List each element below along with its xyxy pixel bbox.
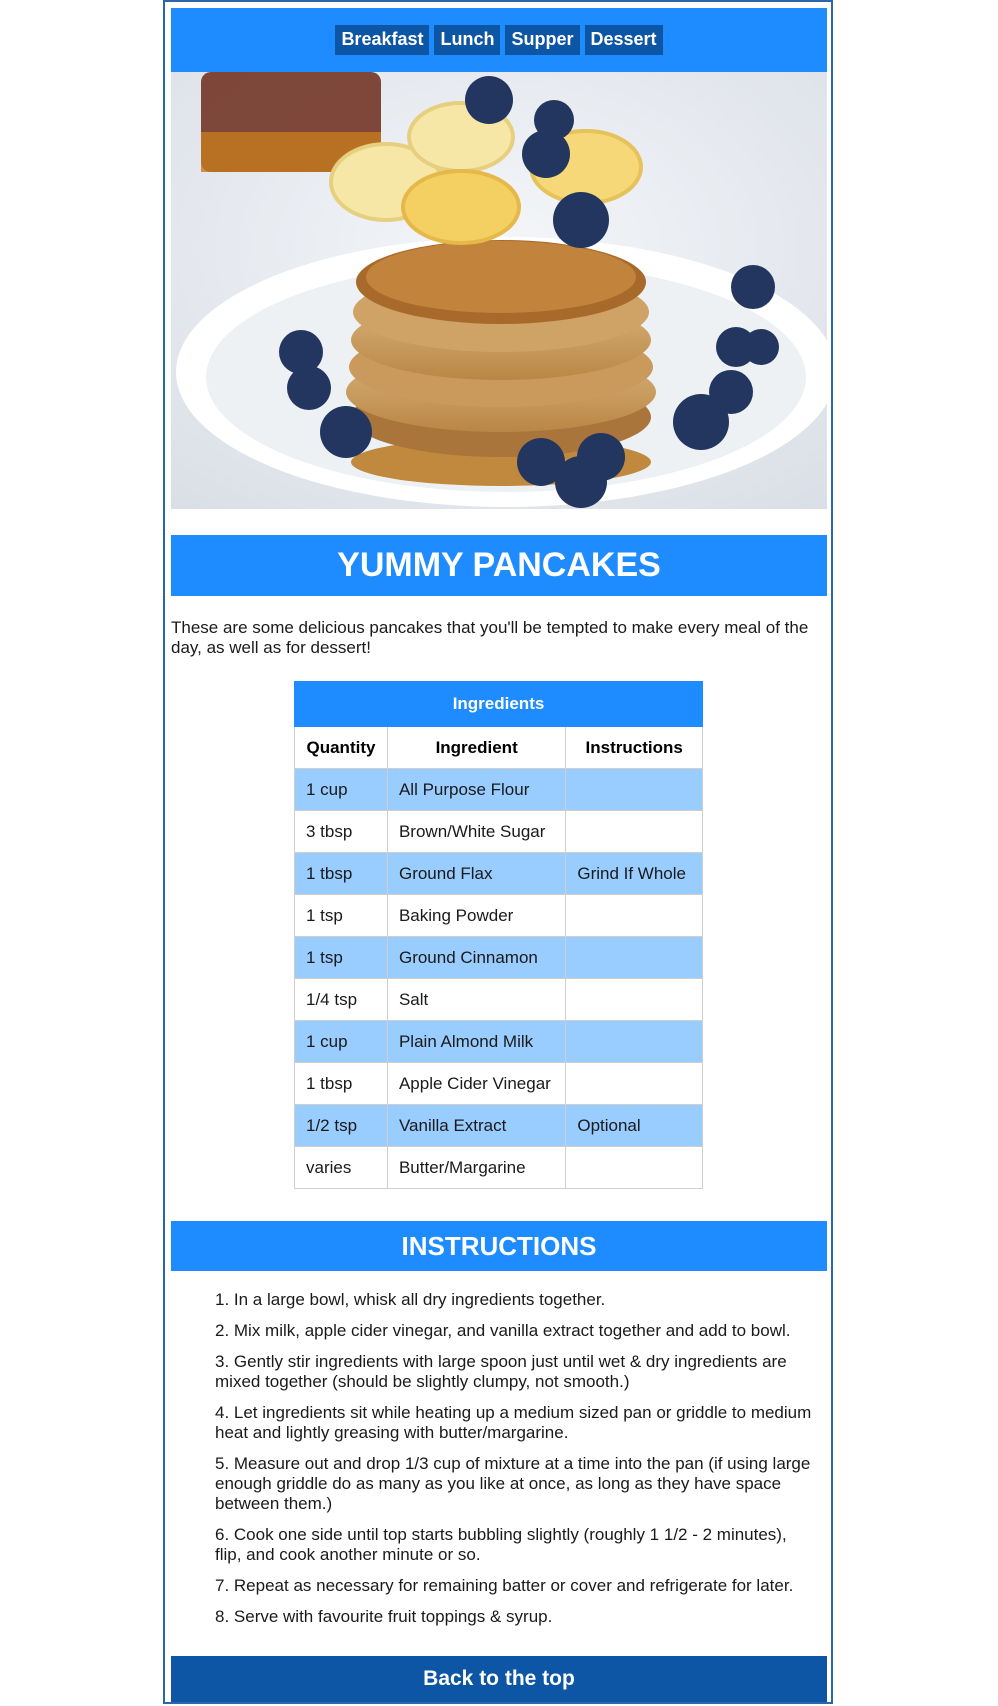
ingredient-cell: All Purpose Flour [386, 768, 567, 811]
column-header-ingredient: Ingredient [386, 726, 567, 769]
quantity-cell: 1/2 tsp [294, 1104, 388, 1147]
pancake-photo [171, 72, 827, 509]
instruction-cell: Optional [565, 1104, 703, 1147]
ingredient-cell: Salt [386, 978, 567, 1021]
table-row: 1 tsp Ground Cinnamon [294, 936, 703, 979]
table-caption: Ingredients [294, 681, 703, 727]
quantity-cell: 1 tbsp [294, 1062, 388, 1105]
table-row: 1 tbsp Ground Flax Grind If Whole [294, 852, 703, 895]
table-row: 1 tbsp Apple Cider Vinegar [294, 1062, 703, 1105]
ingredients-table: Ingredients Quantity Ingredient Instruct… [294, 681, 703, 1189]
list-item: 2. Mix milk, apple cider vinegar, and va… [215, 1321, 791, 1340]
pancake-stack [346, 240, 656, 457]
page-title: YUMMY PANCAKES [171, 535, 827, 596]
instruction-cell [565, 978, 703, 1021]
instruction-cell [565, 1062, 703, 1105]
ingredient-cell: Brown/White Sugar [386, 810, 567, 853]
quantity-cell: 1 cup [294, 768, 388, 811]
list-item: 5. Measure out and drop 1/3 cup of mixtu… [215, 1454, 811, 1513]
quantity-cell: 1 tsp [294, 894, 388, 937]
nav-link-breakfast[interactable]: Breakfast [335, 25, 430, 55]
table-row: varies Butter/Margarine [294, 1146, 703, 1189]
list-item: 6. Cook one side until top starts bubbli… [215, 1525, 787, 1564]
hero-image [171, 72, 827, 509]
instruction-cell [565, 768, 703, 811]
list-item: 7. Repeat as necessary for remaining bat… [215, 1576, 794, 1595]
quantity-cell: 1 cup [294, 1020, 388, 1063]
column-header-quantity: Quantity [294, 726, 388, 769]
ingredient-cell: Plain Almond Milk [386, 1020, 567, 1063]
quantity-cell: 3 tbsp [294, 810, 388, 853]
table-row: 1 cup All Purpose Flour [294, 768, 703, 811]
table-row: 1 tsp Baking Powder [294, 894, 703, 937]
nav-link-supper[interactable]: Supper [505, 25, 580, 55]
instruction-cell [565, 810, 703, 853]
top-nav: Breakfast Lunch Supper Dessert [171, 8, 827, 72]
list-item: 3. Gently stir ingredients with large sp… [215, 1352, 787, 1391]
intro-text: These are some delicious pancakes that y… [171, 618, 809, 657]
ingredient-cell: Ground Flax [386, 852, 567, 895]
instruction-cell [565, 936, 703, 979]
quantity-cell: 1/4 tsp [294, 978, 388, 1021]
table-row: 1/2 tsp Vanilla Extract Optional [294, 1104, 703, 1147]
instructions-heading: INSTRUCTIONS [171, 1221, 827, 1271]
ingredient-cell: Vanilla Extract [386, 1104, 567, 1147]
nav-link-dessert[interactable]: Dessert [584, 25, 663, 55]
list-item: 8. Serve with favourite fruit toppings &… [215, 1607, 553, 1626]
quantity-cell: varies [294, 1146, 388, 1189]
instruction-cell [565, 1020, 703, 1063]
table-row: 3 tbsp Brown/White Sugar [294, 810, 703, 853]
ingredient-cell: Ground Cinnamon [386, 936, 567, 979]
column-header-instructions: Instructions [565, 726, 703, 769]
back-to-top-button[interactable]: Back to the top [171, 1656, 827, 1702]
instructions-list: 1. In a large bowl, whisk all dry ingred… [215, 1290, 815, 1638]
instruction-cell [565, 1146, 703, 1189]
table-row: 1/4 tsp Salt [294, 978, 703, 1021]
quantity-cell: 1 tbsp [294, 852, 388, 895]
instruction-cell: Grind If Whole [565, 852, 703, 895]
table-row: 1 cup Plain Almond Milk [294, 1020, 703, 1063]
nav-link-lunch[interactable]: Lunch [434, 25, 501, 55]
ingredient-cell: Baking Powder [386, 894, 567, 937]
ingredient-cell: Apple Cider Vinegar [386, 1062, 567, 1105]
list-item: 4. Let ingredients sit while heating up … [215, 1403, 812, 1442]
ingredient-cell: Butter/Margarine [386, 1146, 567, 1189]
instruction-cell [565, 894, 703, 937]
quantity-cell: 1 tsp [294, 936, 388, 979]
list-item: 1. In a large bowl, whisk all dry ingred… [215, 1290, 606, 1309]
